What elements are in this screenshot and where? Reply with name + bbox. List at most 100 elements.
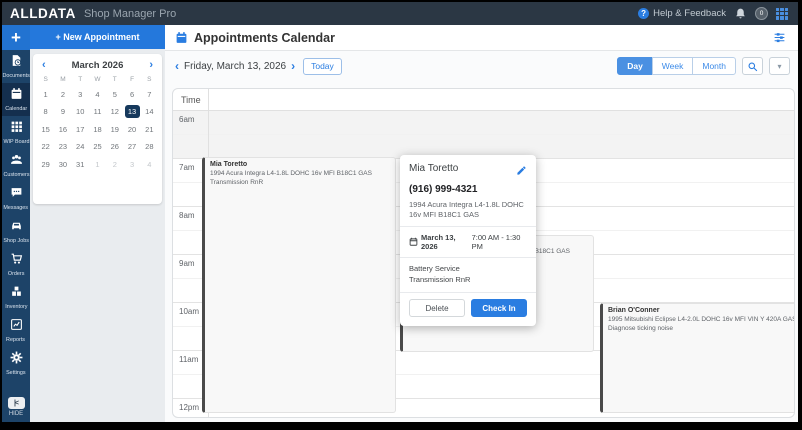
appointment-vehicle: 1995 Mitsubishi Eclipse L4-2.0L DOHC 16v… <box>608 316 795 323</box>
minical-day[interactable]: 6 <box>123 88 140 101</box>
sidebar-item-label: Reports <box>6 337 26 343</box>
appointment-service: Diagnose ticking noise <box>608 325 674 332</box>
appointment-popup: Mia Toretto (916) 999-4321 1994 Acura In… <box>400 155 536 326</box>
more-options-button[interactable]: ▾ <box>769 57 790 75</box>
minical-day[interactable]: 26 <box>106 140 123 153</box>
weekday-header: S <box>43 76 48 83</box>
minical-day[interactable]: 3 <box>72 88 89 101</box>
sidebar-item-label: Shop Jobs <box>3 238 29 244</box>
next-day-icon[interactable]: › <box>291 60 295 72</box>
minical-next-icon[interactable]: › <box>149 60 153 71</box>
today-button[interactable]: Today <box>303 57 342 75</box>
minical-month-label: March 2026 <box>71 60 124 71</box>
minical-day[interactable]: 9 <box>54 105 71 118</box>
view-controls: Day Week Month ▾ <box>617 57 790 75</box>
edit-pencil-icon[interactable] <box>516 163 527 181</box>
sidebar-rail: + Documents Calendar WIP Board Customers Mes… <box>2 25 30 422</box>
minical-day[interactable]: 2 <box>54 88 71 101</box>
sidebar-item-customers[interactable]: Customers <box>2 149 30 182</box>
minical-day[interactable]: 31 <box>72 158 89 171</box>
minical-day[interactable]: 18 <box>89 123 106 136</box>
sidebar-item-wip-board[interactable]: WIP Board <box>2 116 30 149</box>
minical-day[interactable]: 21 <box>141 123 158 136</box>
help-feedback-link[interactable]: ? Help & Feedback <box>638 8 726 19</box>
notifications-bell-icon[interactable] <box>734 7 747 20</box>
appointment-block[interactable]: Mia Toretto 1994 Acura Integra L4-1.8L DO… <box>202 157 396 413</box>
app-title: Shop Manager Pro <box>83 7 177 20</box>
notification-count-badge: 0 <box>755 7 768 20</box>
sidebar-item-calendar[interactable]: Calendar <box>2 83 30 116</box>
minical-day[interactable]: 27 <box>123 140 140 153</box>
topbar: ALLDATA Shop Manager Pro ? Help & Feedba… <box>2 2 798 25</box>
minical-day[interactable]: 25 <box>89 140 106 153</box>
minical-day[interactable]: 29 <box>37 158 54 171</box>
minical-day[interactable]: 17 <box>72 123 89 136</box>
minical-day[interactable]: 16 <box>54 123 71 136</box>
sidebar-item-label: Calendar <box>5 106 27 112</box>
sidebar-item-label: Messages <box>3 205 29 211</box>
view-toggle-month[interactable]: Month <box>692 57 736 75</box>
minical-day[interactable]: 28 <box>141 140 158 153</box>
calendar-icon <box>175 31 188 44</box>
calendar-icon <box>10 87 23 105</box>
orders-icon <box>10 252 23 270</box>
popup-phone-number: (916) 999-4321 <box>409 184 478 195</box>
wip-board-icon <box>10 120 23 138</box>
minical-day[interactable]: 14 <box>141 105 158 118</box>
minical-day[interactable]: 10 <box>72 105 89 118</box>
sidebar-item-label: Customers <box>2 172 30 178</box>
time-header-label: Time <box>181 94 201 105</box>
minical-day[interactable]: 7 <box>141 88 158 101</box>
prev-day-icon[interactable]: ‹ <box>175 60 179 72</box>
new-appointment-button[interactable]: + New Appointment <box>30 25 165 49</box>
minical-day[interactable]: 1 <box>89 158 106 171</box>
popup-customer-name: Mia Toretto <box>409 163 459 174</box>
view-toggle-week[interactable]: Week <box>651 57 694 75</box>
minical-day[interactable]: 4 <box>141 158 158 171</box>
sidebar-add-button[interactable]: + <box>2 25 30 50</box>
minical-day[interactable]: 24 <box>72 140 89 153</box>
minical-day[interactable]: 3 <box>123 158 140 171</box>
appointment-block[interactable]: Brian O'Conner 1995 Mitsubishi Eclipse L4… <box>600 303 795 413</box>
time-column-header: Time <box>173 89 794 111</box>
minical-day[interactable]: 19 <box>106 123 123 136</box>
minical-day[interactable]: 30 <box>54 158 71 171</box>
sidebar-item-orders[interactable]: Orders <box>2 248 30 281</box>
minical-day[interactable]: 11 <box>89 105 106 118</box>
view-toggle-day[interactable]: Day <box>617 57 653 75</box>
minical-day[interactable]: 2 <box>106 158 123 171</box>
time-label: 6am <box>179 115 195 124</box>
apps-grid-icon[interactable] <box>776 7 788 20</box>
settings-sliders-icon[interactable] <box>773 31 786 44</box>
sidebar-item-messages[interactable]: Messages <box>2 182 30 215</box>
check-in-button[interactable]: Check In <box>471 299 527 317</box>
minical-prev-icon[interactable]: ‹ <box>42 60 46 71</box>
minical-day-selected[interactable]: 13 <box>124 105 140 118</box>
sidebar-item-documents[interactable]: Documents <box>2 50 30 83</box>
minical-day[interactable]: 22 <box>37 140 54 153</box>
brand: ALLDATA Shop Manager Pro <box>10 6 176 21</box>
minical-day[interactable]: 5 <box>106 88 123 101</box>
minical-day[interactable]: 15 <box>37 123 54 136</box>
appointment-customer: Mia Toretto <box>210 161 248 168</box>
sidebar-item-settings[interactable]: Settings <box>2 347 30 380</box>
minical-day[interactable]: 8 <box>37 105 54 118</box>
popup-service-line: Battery Service <box>409 264 460 274</box>
calendar-toolbar: ‹ Friday, March 13, 2026 › Today Day Week… <box>165 51 798 81</box>
sidebar-hide-button[interactable]: |< HIDE <box>2 397 30 417</box>
minical-day[interactable]: 23 <box>54 140 71 153</box>
minical-day[interactable]: 20 <box>123 123 140 136</box>
minical-day[interactable]: 1 <box>37 88 54 101</box>
search-button[interactable] <box>742 57 763 75</box>
minical-day[interactable]: 12 <box>106 105 123 118</box>
sidebar-item-shop-jobs[interactable]: Shop Jobs <box>2 215 30 248</box>
time-slot-row[interactable] <box>173 111 794 135</box>
appointment-customer: Brian O'Conner <box>608 307 660 314</box>
appointment-service: Transmission RnR <box>210 179 264 186</box>
left-panel: + New Appointment ‹ March 2026 › S M T W T F S… <box>30 25 165 422</box>
settings-icon <box>10 351 23 369</box>
minical-day[interactable]: 4 <box>89 88 106 101</box>
delete-button[interactable]: Delete <box>409 299 465 317</box>
sidebar-item-inventory[interactable]: Inventory <box>2 281 30 314</box>
sidebar-item-reports[interactable]: Reports <box>2 314 30 347</box>
